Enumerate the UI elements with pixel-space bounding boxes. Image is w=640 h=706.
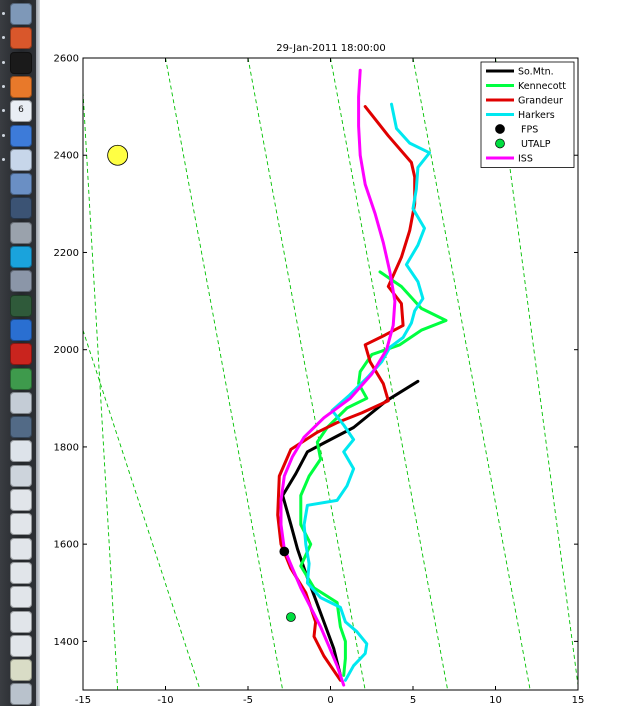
- matlab-icon[interactable]: [10, 27, 32, 50]
- spaces-icon[interactable]: [10, 367, 32, 390]
- calendar-day-label: 6: [18, 105, 24, 116]
- running-indicator: [2, 133, 5, 137]
- running-indicator: [2, 84, 5, 88]
- legend-swatch-fps: [495, 124, 505, 134]
- legend-label-grandeur: Grandeur: [518, 96, 563, 107]
- legend: So.Mtn. Kennecott Grandeur Harkers FPS UTALP I…: [480, 61, 575, 168]
- idv-icon[interactable]: [10, 197, 32, 220]
- marker-fps: [279, 546, 290, 557]
- y-tick-label: 2200: [54, 248, 79, 259]
- y-tick-label: 2400: [54, 151, 79, 162]
- photo-booth-icon[interactable]: [10, 416, 32, 439]
- graph-thumbnail-icon[interactable]: [10, 659, 32, 682]
- x-tick-label: 10: [489, 695, 502, 706]
- running-indicator: [2, 157, 5, 161]
- y-tick-label: 1400: [54, 637, 79, 648]
- y-tick-label: 2600: [54, 54, 79, 65]
- document-icon-6[interactable]: [10, 586, 32, 609]
- preview-icon[interactable]: [10, 391, 32, 414]
- terminal-icon[interactable]: [10, 51, 32, 74]
- x-tick-label: -15: [75, 695, 91, 706]
- word-icon[interactable]: [10, 318, 32, 341]
- activity-monitor-icon[interactable]: [10, 294, 32, 317]
- y-tick-label: 1800: [54, 442, 79, 453]
- legend-label-harkers: Harkers: [518, 110, 555, 121]
- weather-icon[interactable]: [10, 683, 32, 706]
- finder-icon[interactable]: [10, 3, 32, 25]
- y-tick-label: 1600: [54, 540, 79, 551]
- legend-label-so-mtn: So.Mtn.: [518, 67, 554, 78]
- system-prefs-icon[interactable]: [10, 221, 32, 244]
- running-indicator: [2, 109, 5, 113]
- document-icon-2[interactable]: [10, 489, 32, 511]
- acrobat-icon[interactable]: [10, 343, 32, 366]
- running-indicator: [2, 12, 5, 15]
- running-indicator: [2, 36, 5, 40]
- x-tick-label: 5: [410, 695, 416, 706]
- y-tick-label: 2000: [54, 345, 79, 356]
- textedit-icon[interactable]: [10, 440, 32, 463]
- dashboard-icon[interactable]: [10, 173, 32, 196]
- document-icon-1[interactable]: [10, 464, 32, 487]
- itunes-icon[interactable]: [10, 124, 32, 147]
- firefox-icon[interactable]: [10, 75, 32, 98]
- document-icon-4[interactable]: [10, 537, 32, 560]
- x-tick-label: -5: [243, 695, 253, 706]
- legend-label-fps: FPS: [521, 125, 538, 136]
- chart-title: 29-Jan-2011 18:00:00: [276, 43, 385, 54]
- sun-marker: [107, 144, 129, 166]
- document-icon-5[interactable]: [10, 561, 32, 584]
- calendar-icon[interactable]: 6: [10, 100, 32, 123]
- legend-label-iss: ISS: [518, 154, 533, 165]
- legend-label-utalp: UTALP: [521, 139, 551, 150]
- x-tick-label: 15: [572, 695, 585, 706]
- chart: 29-Jan-2011 18:00:00 -15 -10 -5 0 5 10 15 1400 1…: [40, 0, 640, 706]
- x-tick-label: -10: [157, 695, 173, 706]
- stickies-icon[interactable]: [10, 148, 32, 171]
- cyberduck-icon[interactable]: [10, 270, 32, 293]
- dock: 6: [0, 0, 36, 706]
- legend-label-kennecott: Kennecott: [518, 81, 566, 92]
- document-icon-8[interactable]: [10, 634, 32, 657]
- marker-utalp: [286, 612, 296, 622]
- skype-icon[interactable]: [10, 246, 32, 268]
- legend-swatch-utalp: [495, 138, 505, 149]
- x-tick-label: 0: [327, 695, 333, 706]
- document-icon-7[interactable]: [10, 610, 32, 633]
- document-icon-3[interactable]: [10, 513, 32, 536]
- running-indicator: [2, 60, 5, 64]
